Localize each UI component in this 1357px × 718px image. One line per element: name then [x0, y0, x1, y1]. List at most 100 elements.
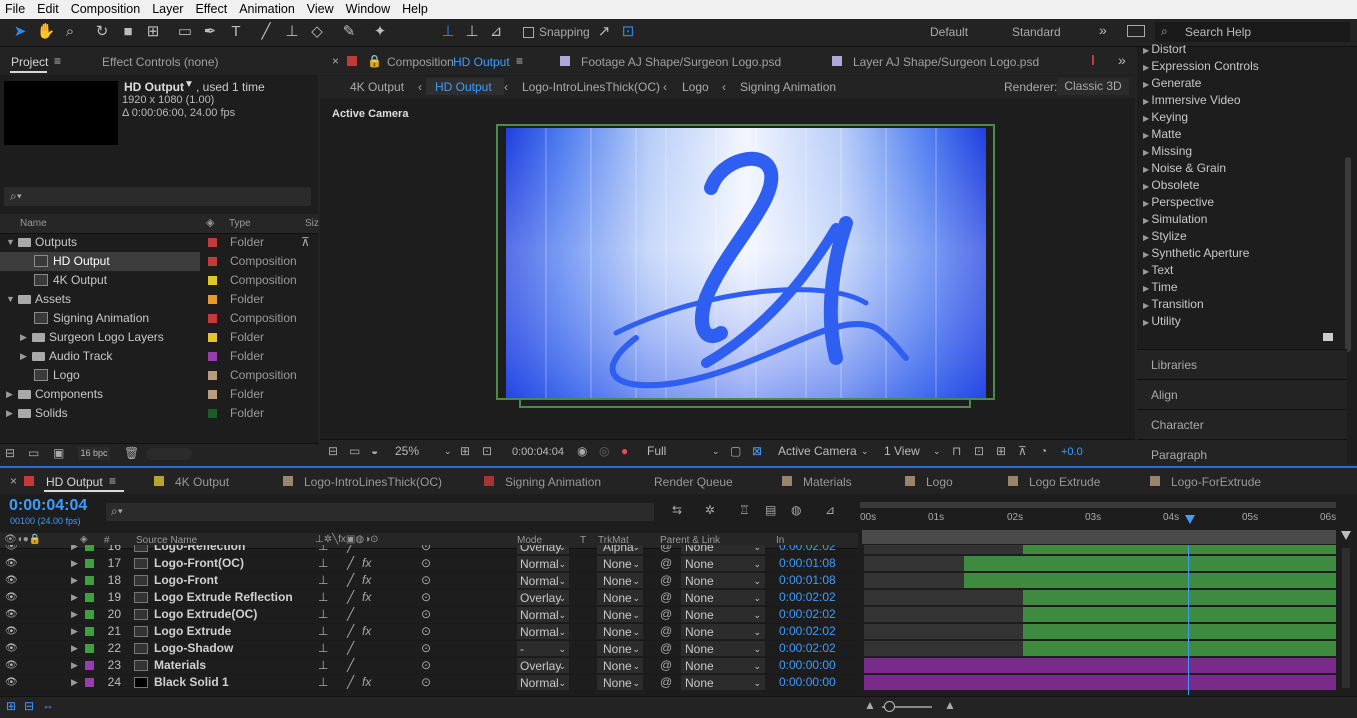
timeline-search-input[interactable]: ⌕▾ — [106, 503, 654, 521]
motion-blur-icon[interactable]: ◍ — [791, 503, 801, 517]
3d-layer-icon[interactable]: ⊙ — [421, 606, 431, 623]
blend-mode-dropdown[interactable]: Normal ⌄ — [517, 556, 569, 571]
expand-arrow-icon[interactable]: ▶ — [71, 572, 78, 589]
expand-arrow-icon[interactable]: ▶ — [20, 347, 27, 366]
fx-switch-icon[interactable]: fx — [362, 555, 371, 572]
track-matte-dropdown[interactable]: None ⌄ — [597, 658, 643, 673]
timeline-layer-row[interactable]: 👁 ▶ 17 Logo-Front(OC) ⊥ ╱ fx ⊙ Normal ⌄ None ⌄ @ None… — [0, 555, 1336, 573]
effect-category[interactable]: ▶ Obsolete — [1143, 177, 1199, 194]
pen-tool-icon[interactable]: ✒ — [200, 23, 220, 41]
track-matte-dropdown[interactable]: None ⌄ — [597, 675, 643, 690]
layer-duration-bar[interactable] — [864, 658, 1336, 673]
timeline-layer-row[interactable]: 👁 ▶ 23 Materials ⊥ ╱ ⊙ Overlay ⌄ None ⌄ @ None ⌄ 0:00:… — [0, 657, 1336, 675]
pickwhip-icon[interactable]: @ — [660, 555, 672, 572]
3d-layer-icon[interactable]: ⊙ — [421, 572, 431, 589]
layer-in-point[interactable]: 0:00:02:02 — [779, 640, 836, 657]
layer-switches-toggle-icon[interactable]: ⊞ — [6, 699, 16, 713]
effect-category[interactable]: ▶ Keying — [1143, 109, 1188, 126]
effect-category[interactable]: ▶ Immersive Video — [1143, 92, 1241, 109]
timeline-tab[interactable]: Render Queue — [654, 475, 733, 489]
timeline-tab[interactable]: Logo-ForExtrude — [1171, 475, 1261, 489]
timeline-layer-row[interactable]: 👁 ▶ 22 Logo-Shadow ⊥ ╱ ⊙ - ⌄ None ⌄ @ None ⌄ 0:00:02:0… — [0, 640, 1336, 658]
3d-layer-icon[interactable]: ⊙ — [421, 589, 431, 606]
brush-tool-icon[interactable]: ╱ — [256, 23, 276, 41]
col-name[interactable]: Name — [20, 218, 47, 229]
close-icon[interactable]: × — [10, 474, 17, 488]
project-item[interactable]: HD Output Composition — [0, 252, 297, 271]
timeline-icon[interactable]: ⊞ — [996, 444, 1006, 458]
expand-arrow-icon[interactable]: ▶ — [71, 555, 78, 572]
snap-icon[interactable]: ↗ — [594, 23, 614, 41]
expand-arrow-icon[interactable]: ▶ — [71, 606, 78, 623]
expand-arrow-icon[interactable]: ▶ — [71, 640, 78, 657]
camera-dropdown[interactable]: Active Camera ⌄ — [773, 443, 871, 460]
menu-edit[interactable]: Edit — [32, 0, 66, 18]
fx-switch-icon[interactable]: fx — [362, 589, 371, 606]
renderer-dropdown[interactable]: Classic 3D — [1057, 78, 1129, 95]
eye-icon[interactable]: 👁 — [5, 555, 18, 572]
rotate-tool-icon[interactable]: ↻ — [92, 23, 112, 41]
fx-switch-icon[interactable]: fx — [362, 674, 371, 691]
show-snapshot-icon[interactable]: ◎ — [599, 444, 609, 458]
pickwhip-icon[interactable]: @ — [660, 572, 672, 589]
project-search-input[interactable]: ⌕▾ — [4, 187, 311, 206]
eye-icon[interactable]: 👁 — [5, 623, 18, 640]
track-matte-dropdown[interactable]: None ⌄ — [597, 590, 643, 605]
parent-dropdown[interactable]: None ⌄ — [681, 573, 765, 588]
zoom-in-icon[interactable]: ▲ — [944, 698, 956, 712]
blend-mode-dropdown[interactable]: Overlay ⌄ — [517, 590, 569, 605]
quality-switch-icon[interactable]: ╱ — [347, 606, 354, 623]
pickwhip-icon[interactable]: @ — [660, 606, 672, 623]
effect-category[interactable]: ▶ Perspective — [1143, 194, 1214, 211]
shy-switch-icon[interactable]: ⊥ — [318, 606, 328, 623]
interpret-footage-icon[interactable]: ⊟ — [5, 446, 15, 460]
lock-icon[interactable]: 🔒 — [367, 54, 382, 68]
parent-dropdown[interactable]: None ⌄ — [681, 545, 765, 554]
label-color-swatch[interactable] — [208, 352, 217, 361]
layer-source-name[interactable]: Materials — [154, 657, 206, 674]
shy-switch-icon[interactable]: ⊥ — [318, 572, 328, 589]
eye-icon[interactable]: 👁 — [5, 572, 18, 589]
quality-switch-icon[interactable]: ╱ — [347, 555, 354, 572]
track-matte-dropdown[interactable]: None ⌄ — [597, 641, 643, 656]
breadcrumb-item-active[interactable]: HD Output — [435, 80, 492, 94]
zoom-out-icon[interactable]: ▲ — [864, 698, 876, 712]
track-matte-dropdown[interactable]: None ⌄ — [597, 624, 643, 639]
type-tool-icon[interactable]: T — [226, 23, 246, 41]
effect-category[interactable]: ▶ Generate — [1143, 75, 1201, 92]
resolution-dropdown[interactable]: Full ⌄ — [642, 443, 722, 460]
label-color-swatch[interactable] — [85, 610, 94, 619]
collapse-arrow-icon[interactable]: ▼ — [6, 233, 15, 252]
timeline-tab[interactable]: Materials — [803, 475, 852, 489]
label-tag-icon[interactable]: ◈ — [80, 534, 88, 545]
effect-category[interactable]: ▶ Noise & Grain — [1143, 160, 1226, 177]
quality-switch-icon[interactable]: ╱ — [347, 674, 354, 691]
layer-source-name[interactable]: Logo-Front — [154, 572, 218, 589]
3d-layer-icon[interactable]: ⊙ — [421, 657, 431, 674]
blend-mode-dropdown[interactable]: Normal ⌄ — [517, 607, 569, 622]
color-channels-icon[interactable]: ● — [621, 444, 628, 458]
work-area-bar[interactable] — [860, 502, 1336, 508]
parent-dropdown[interactable]: None ⌄ — [681, 641, 765, 656]
effect-category[interactable]: ▶ Distort — [1143, 41, 1186, 58]
label-color-swatch[interactable] — [208, 276, 217, 285]
blend-mode-dropdown[interactable]: - ⌄ — [517, 641, 569, 656]
world-axis-icon[interactable]: ⊥ — [462, 23, 482, 41]
region-of-interest-icon[interactable]: ▢ — [730, 444, 741, 458]
eraser-tool-icon[interactable]: ◇ — [307, 23, 327, 41]
label-color-swatch[interactable] — [85, 593, 94, 602]
project-item[interactable]: ▶ Solids Folder — [0, 404, 300, 423]
effect-category[interactable]: ▶ Expression Controls — [1143, 58, 1259, 75]
snapping-checkbox[interactable] — [523, 27, 534, 38]
shy-switch-icon[interactable]: ⊥ — [318, 657, 328, 674]
layer-duration-bar[interactable] — [1023, 641, 1336, 656]
breadcrumb-item[interactable]: Logo — [682, 80, 709, 94]
collapse-arrow-icon[interactable]: ▼ — [6, 290, 15, 309]
search-help-field[interactable]: ⌕ Search Help — [1155, 22, 1350, 42]
timeline-zoom-handle[interactable] — [884, 701, 895, 712]
pickwhip-icon[interactable]: @ — [660, 674, 672, 691]
label-color-swatch[interactable] — [208, 409, 217, 418]
roto-brush-tool-icon[interactable]: ✎ — [339, 23, 359, 41]
effect-category[interactable]: ▶ Simulation — [1143, 211, 1207, 228]
expand-arrow-icon[interactable]: ▶ — [71, 657, 78, 674]
